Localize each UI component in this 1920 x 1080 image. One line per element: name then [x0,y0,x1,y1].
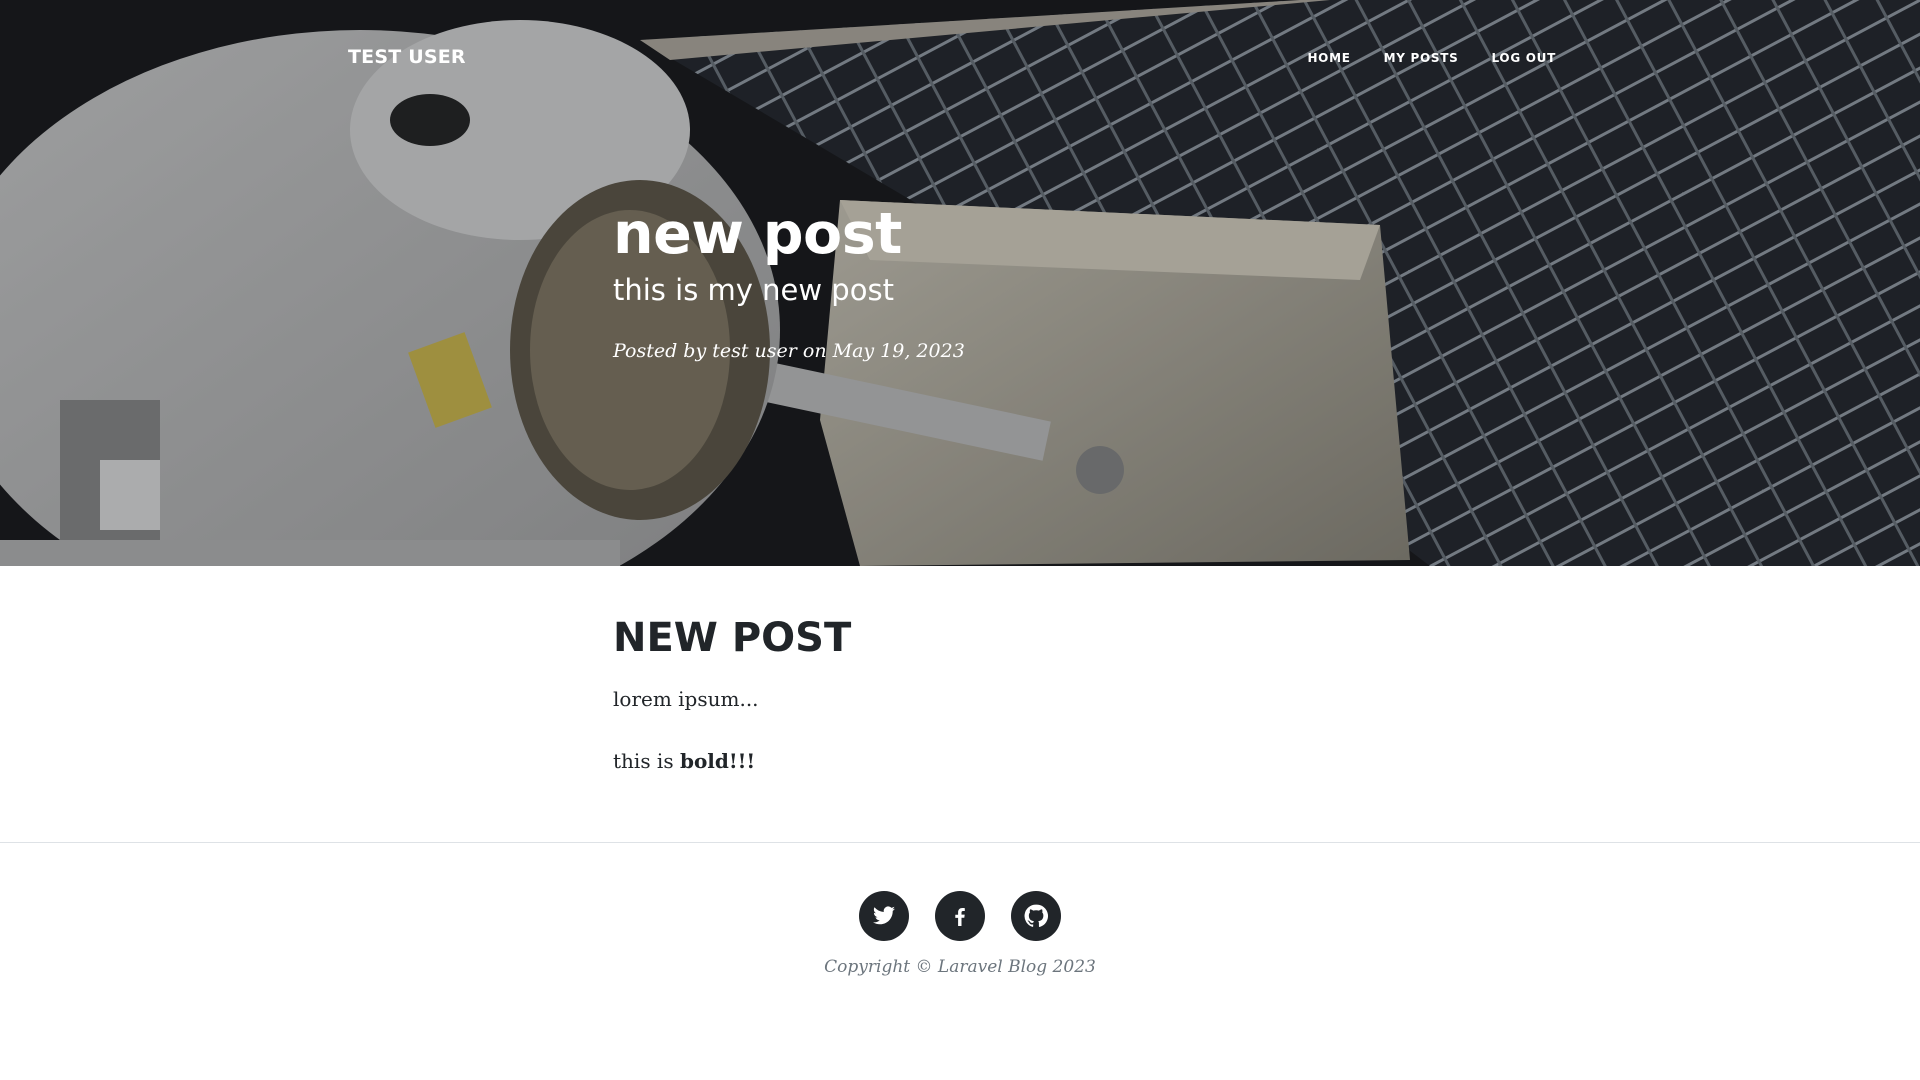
paragraph-2-bold: bold!!! [679,749,756,773]
post-heading: new post this is my new post Posted by t… [613,200,1513,364]
paragraph-2-text: this is [613,749,680,773]
github-button[interactable] [1011,891,1061,941]
nav-links: HOME MY POSTS LOG OUT [1307,51,1556,65]
post-date: May 19, 2023 [832,340,965,362]
facebook-icon [955,908,965,926]
facebook-button[interactable] [935,891,985,941]
article-paragraph-1: lorem ipsum... [613,687,759,711]
twitter-icon [873,906,895,925]
post-content: NEW POST lorem ipsum... this is bold!!! [613,612,1513,776]
footer-divider [0,842,1920,843]
brand-link[interactable]: TEST USER [348,46,466,68]
nav-link-home[interactable]: HOME [1307,51,1350,65]
post-title: new post [613,201,902,267]
article-paragraph-2: this is bold!!! [613,746,1513,776]
post-meta-middle: on [796,340,833,362]
nav-link-my-posts[interactable]: MY POSTS [1384,51,1459,65]
copyright-text: Copyright © Laravel Blog 2023 [824,957,1096,977]
social-links [0,891,1920,941]
nav-link-log-out[interactable]: LOG OUT [1492,51,1556,65]
post-subtitle: this is my new post [613,273,894,307]
github-icon [1024,904,1049,927]
twitter-button[interactable] [859,891,909,941]
post-meta: Posted by test user on May 19, 2023 [613,338,1513,364]
masthead: TEST USER HOME MY POSTS LOG OUT new post… [0,0,1920,566]
navbar: TEST USER HOME MY POSTS LOG OUT [0,0,1920,120]
post-author: test user [712,340,797,362]
post-meta-prefix: Posted by [613,340,713,362]
article-heading: NEW POST [613,615,852,661]
